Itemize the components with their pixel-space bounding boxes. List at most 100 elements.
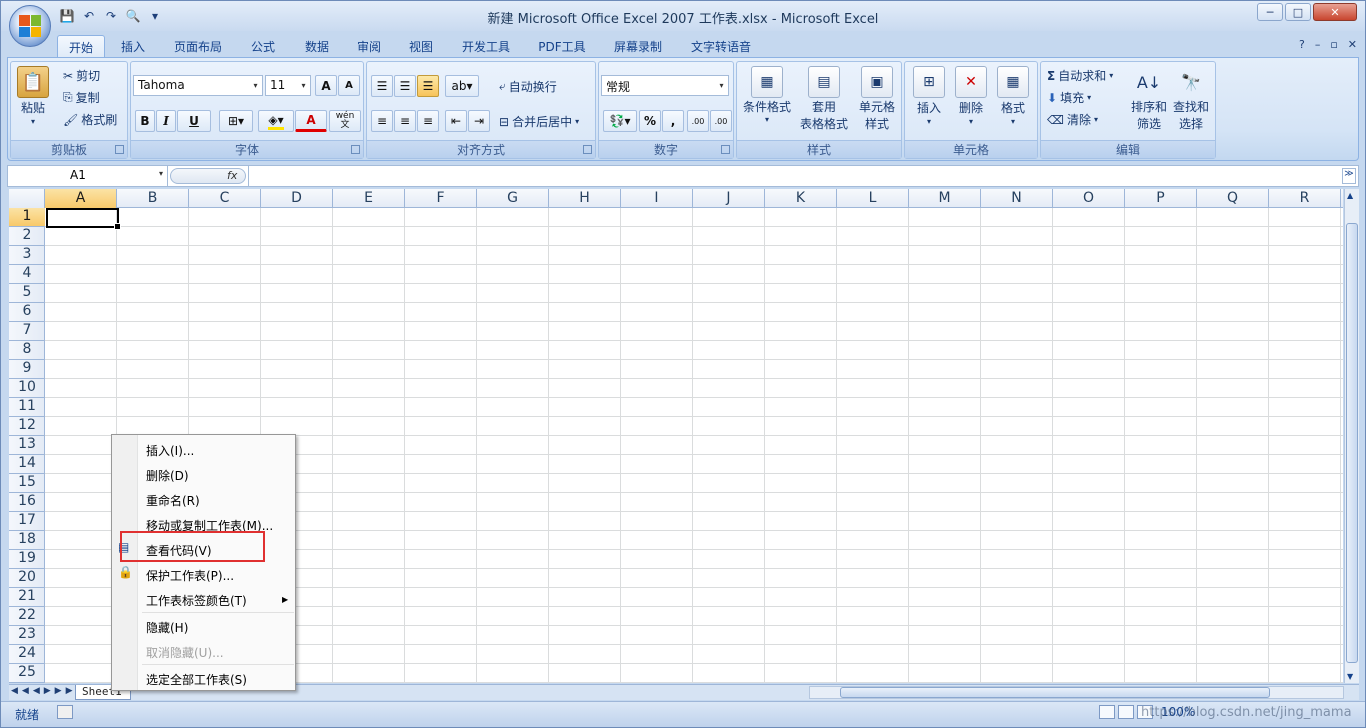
row-header[interactable]: 13 (9, 436, 45, 455)
borders-button[interactable]: ⊞▾ (219, 110, 253, 132)
column-header[interactable]: O (1053, 189, 1125, 208)
row-header[interactable]: 10 (9, 379, 45, 398)
format-as-table-button[interactable]: ▤ 套用 表格格式 (795, 66, 853, 132)
ribbon-close-icon[interactable]: ✕ (1348, 38, 1357, 51)
menu-item-insert[interactable]: 插入(I)... (146, 442, 194, 459)
font-size-combo[interactable]: 11 ▾ (265, 75, 311, 96)
scroll-down-icon[interactable]: ▼ (1347, 672, 1353, 681)
dialog-launcher-icon[interactable] (721, 145, 730, 154)
column-header[interactable]: K (765, 189, 837, 208)
column-header[interactable]: G (477, 189, 549, 208)
column-header[interactable]: C (189, 189, 261, 208)
sheet-nav-icons[interactable]: ◀◀◀▶▶▶ (11, 686, 77, 696)
column-header[interactable]: N (981, 189, 1053, 208)
row-header[interactable]: 20 (9, 569, 45, 588)
tab-formulas[interactable]: 公式 (241, 35, 285, 57)
tab-review[interactable]: 审阅 (347, 35, 391, 57)
sort-filter-button[interactable]: A↓ 排序和 筛选 (1129, 66, 1169, 132)
tab-data[interactable]: 数据 (295, 35, 339, 57)
cell-styles-button[interactable]: ▣ 单元格 样式 (855, 66, 899, 132)
tab-pdf-tools[interactable]: PDF工具 (529, 35, 595, 57)
column-header[interactable]: M (909, 189, 981, 208)
row-header[interactable]: 15 (9, 474, 45, 493)
row-header[interactable]: 8 (9, 341, 45, 360)
number-format-combo[interactable]: 常规 ▾ (601, 75, 729, 96)
underline-button[interactable]: U (177, 110, 211, 132)
tab-home[interactable]: 开始 (57, 35, 105, 57)
normal-view-icon[interactable] (1099, 705, 1115, 719)
row-header[interactable]: 14 (9, 455, 45, 474)
column-header[interactable]: H (549, 189, 621, 208)
column-header[interactable]: I (621, 189, 693, 208)
row-header[interactable]: 25 (9, 664, 45, 683)
ribbon-minimize-icon[interactable]: – (1315, 38, 1321, 51)
paste-button[interactable]: 📋 粘贴 ▾ (17, 66, 49, 126)
fill-color-button[interactable]: ◈▾ (258, 110, 294, 132)
minimize-button[interactable]: ─ (1257, 3, 1283, 21)
increase-indent-button[interactable]: ⇥ (468, 110, 490, 132)
insert-cells-button[interactable]: ⊞ 插入 ▾ (909, 66, 949, 126)
row-header[interactable]: 24 (9, 645, 45, 664)
close-button[interactable]: ✕ (1313, 3, 1357, 21)
row-header[interactable]: 4 (9, 265, 45, 284)
row-header[interactable]: 1 (9, 208, 45, 227)
row-header[interactable]: 21 (9, 588, 45, 607)
bold-button[interactable]: B (135, 110, 155, 132)
column-header[interactable]: R (1269, 189, 1341, 208)
column-header[interactable]: B (117, 189, 189, 208)
maximize-button[interactable]: □ (1285, 3, 1311, 21)
row-header[interactable]: 5 (9, 284, 45, 303)
align-top-button[interactable]: ☰ (371, 75, 393, 97)
row-header[interactable]: 19 (9, 550, 45, 569)
row-header[interactable]: 6 (9, 303, 45, 322)
horizontal-scrollbar[interactable] (809, 686, 1344, 699)
format-cells-button[interactable]: ▦ 格式 ▾ (993, 66, 1033, 126)
decrease-indent-button[interactable]: ⇤ (445, 110, 467, 132)
menu-item-select-all-sheets[interactable]: 选定全部工作表(S) (146, 671, 247, 688)
shrink-font-button[interactable]: A (338, 75, 360, 96)
row-header[interactable]: 16 (9, 493, 45, 512)
format-painter-button[interactable]: 🖌 格式刷 (63, 111, 117, 128)
insert-function-button[interactable]: fx (170, 168, 246, 184)
italic-button[interactable]: I (156, 110, 176, 132)
align-center-button[interactable]: ≡ (394, 110, 416, 132)
wrap-text-button[interactable]: ⤶ 自动换行 (499, 78, 557, 95)
ribbon-restore-icon[interactable]: ▫ (1330, 38, 1337, 51)
row-header[interactable]: 18 (9, 531, 45, 550)
clear-button[interactable]: ⌫ 清除 ▾ (1047, 111, 1098, 128)
row-header[interactable]: 7 (9, 322, 45, 341)
row-header[interactable]: 2 (9, 227, 45, 246)
tab-developer[interactable]: 开发工具 (453, 35, 519, 57)
office-button[interactable] (9, 5, 51, 47)
column-header[interactable]: D (261, 189, 333, 208)
menu-item-delete[interactable]: 删除(D) (146, 467, 189, 484)
copy-button[interactable]: ⎘ 复制 (63, 89, 100, 106)
vertical-scroll-thumb[interactable] (1346, 223, 1358, 663)
tab-text-to-speech[interactable]: 文字转语音 (681, 35, 761, 57)
font-name-combo[interactable]: Tahoma ▾ (133, 75, 263, 96)
find-select-button[interactable]: 🔭 查找和 选择 (1171, 66, 1211, 132)
formula-input[interactable] (248, 166, 1338, 186)
row-header[interactable]: 17 (9, 512, 45, 531)
scroll-up-icon[interactable]: ▲ (1347, 191, 1353, 200)
help-icon[interactable]: ? (1299, 38, 1305, 51)
name-box[interactable]: A1 ▾ (8, 166, 168, 186)
fill-button[interactable]: ⬇ 填充 ▾ (1047, 89, 1091, 106)
column-header[interactable]: J (693, 189, 765, 208)
accounting-format-button[interactable]: 💱▾ (603, 110, 637, 132)
row-header[interactable]: 3 (9, 246, 45, 265)
phonetic-button[interactable]: wén 文 (329, 110, 361, 132)
align-right-button[interactable]: ≡ (417, 110, 439, 132)
vertical-scrollbar[interactable]: ▲ ▼ (1344, 189, 1359, 683)
column-header[interactable]: L (837, 189, 909, 208)
horizontal-scroll-thumb[interactable] (840, 687, 1270, 698)
grow-font-button[interactable]: A (315, 75, 337, 96)
menu-item-hide[interactable]: 隐藏(H) (146, 619, 188, 636)
expand-formula-bar-icon[interactable]: ≫ (1342, 168, 1356, 184)
autosum-button[interactable]: Σ 自动求和 ▾ (1047, 67, 1113, 84)
column-header[interactable]: F (405, 189, 477, 208)
orientation-button[interactable]: ab▾ (445, 75, 479, 97)
align-bottom-button[interactable]: ☰ (417, 75, 439, 97)
row-header[interactable]: 12 (9, 417, 45, 436)
menu-item-protect-sheet[interactable]: 保护工作表(P)... (146, 567, 234, 584)
